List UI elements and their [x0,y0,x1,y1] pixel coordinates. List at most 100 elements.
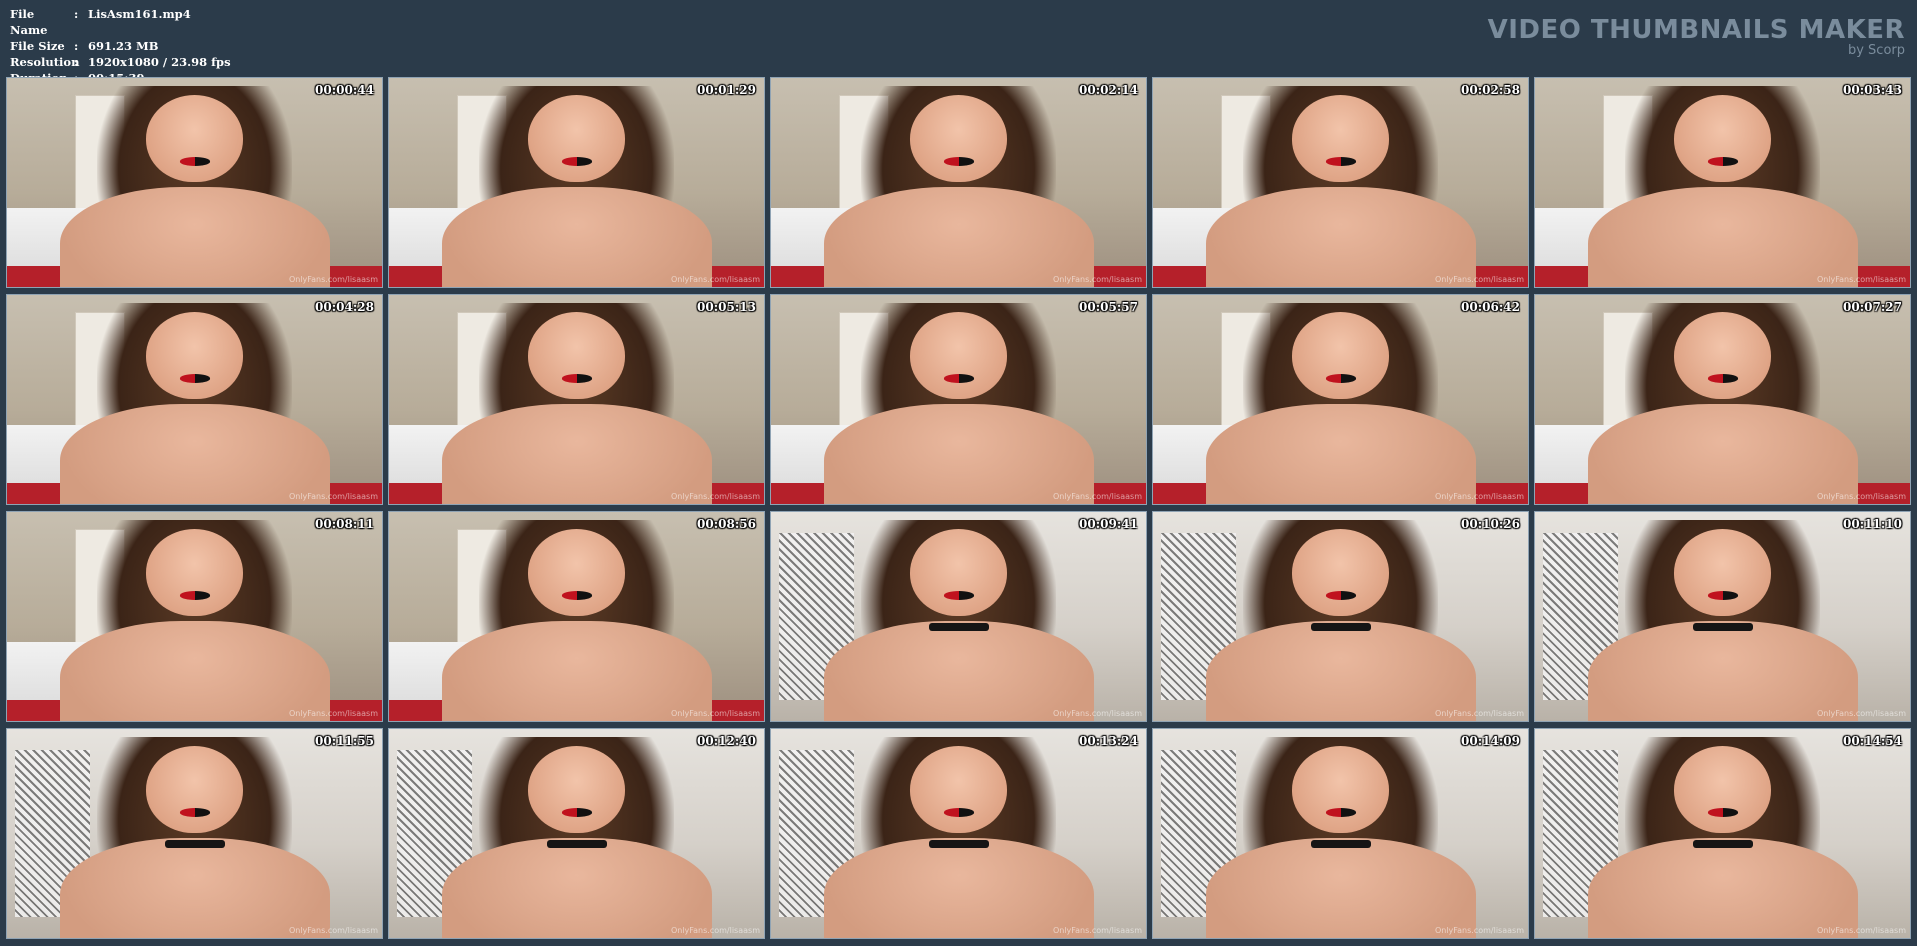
subject-shoulders [1205,403,1476,504]
thumbnail-watermark: OnlyFans.com/lisaasm [670,926,760,935]
thumbnail-frame[interactable]: 00:12:40 OnlyFans.com/lisaasm [388,728,765,939]
subject-collar [164,839,225,849]
thumbnail-watermark: OnlyFans.com/lisaasm [1434,709,1524,718]
thumbnail-watermark: OnlyFans.com/lisaasm [1816,926,1906,935]
thumbnail-frame[interactable]: 00:01:29 OnlyFans.com/lisaasm [388,77,765,288]
thumbnail-frame[interactable]: 00:02:14 OnlyFans.com/lisaasm [770,77,1147,288]
thumbnail-timestamp: 00:02:58 [1461,83,1520,97]
subject-face [909,528,1008,617]
subject-shoulders [823,186,1094,287]
subject-shoulders [59,837,330,938]
subject-shoulders [1205,837,1476,938]
subject-face [145,528,244,617]
info-key: File Size [10,39,65,53]
brand-title: VIDEO THUMBNAILS MAKER [1487,15,1905,45]
thumbnail-watermark: OnlyFans.com/lisaasm [1434,275,1524,284]
subject-collar [1692,839,1753,849]
subject-face [909,745,1008,834]
subject-shoulders [59,620,330,721]
subject-lips [1325,157,1356,166]
thumbnail-watermark: OnlyFans.com/lisaasm [670,492,760,501]
subject-shoulders [441,403,712,504]
thumbnail-watermark: OnlyFans.com/lisaasm [1434,926,1524,935]
thumbnail-frame[interactable]: 00:07:27 OnlyFans.com/lisaasm [1534,294,1911,505]
thumbnail-watermark: OnlyFans.com/lisaasm [1816,275,1906,284]
thumbnail-frame[interactable]: 00:05:13 OnlyFans.com/lisaasm [388,294,765,505]
thumbnail-watermark: OnlyFans.com/lisaasm [1816,709,1906,718]
thumbnail-frame[interactable]: 00:08:11 OnlyFans.com/lisaasm [6,511,383,722]
subject-lips [1325,591,1356,600]
subject-lips [179,808,210,817]
subject-shoulders [441,186,712,287]
thumbnail-watermark: OnlyFans.com/lisaasm [1052,709,1142,718]
thumbnail-watermark: OnlyFans.com/lisaasm [670,709,760,718]
thumbnail-frame[interactable]: 00:08:56 OnlyFans.com/lisaasm [388,511,765,722]
subject-face [909,311,1008,400]
subject-lips [561,374,592,383]
thumbnail-frame[interactable]: 00:11:10 OnlyFans.com/lisaasm [1534,511,1911,722]
thumbnail-watermark: OnlyFans.com/lisaasm [288,275,378,284]
thumbnail-timestamp: 00:05:13 [697,300,756,314]
info-row-file-size: File Size : 691.23 MB [10,38,231,54]
subject-lips [943,374,974,383]
subject-lips [179,374,210,383]
brand-logo: VIDEO THUMBNAILS MAKER by Scorp [1488,16,1905,58]
thumbnail-frame[interactable]: 00:06:42 OnlyFans.com/lisaasm [1152,294,1529,505]
subject-shoulders [823,620,1094,721]
subject-face [145,94,244,183]
subject-shoulders [59,403,330,504]
thumbnail-watermark: OnlyFans.com/lisaasm [1052,492,1142,501]
thumbnail-frame[interactable]: 00:05:57 OnlyFans.com/lisaasm [770,294,1147,505]
subject-lips [561,591,592,600]
subject-shoulders [1587,837,1858,938]
subject-collar [546,839,607,849]
thumbnail-frame[interactable]: 00:02:58 OnlyFans.com/lisaasm [1152,77,1529,288]
subject-face [1291,528,1390,617]
thumbnail-timestamp: 00:02:14 [1079,83,1138,97]
subject-face [1291,745,1390,834]
info-separator: : [74,7,79,21]
thumbnail-timestamp: 00:08:56 [697,517,756,531]
subject-face [145,311,244,400]
thumbnail-frame[interactable]: 00:09:41 OnlyFans.com/lisaasm [770,511,1147,722]
subject-face [1673,94,1772,183]
thumbnail-timestamp: 00:05:57 [1079,300,1138,314]
thumbnail-frame[interactable]: 00:14:09 OnlyFans.com/lisaasm [1152,728,1529,939]
info-value: 1920x1080 / 23.98 fps [88,55,231,69]
subject-face [145,745,244,834]
subject-face [1673,745,1772,834]
thumbnail-frame[interactable]: 00:03:43 OnlyFans.com/lisaasm [1534,77,1911,288]
thumbnail-frame[interactable]: 00:13:24 OnlyFans.com/lisaasm [770,728,1147,939]
subject-lips [1707,157,1738,166]
subject-face [909,94,1008,183]
subject-collar [1692,622,1753,632]
thumbnail-timestamp: 00:12:40 [697,734,756,748]
subject-lips [943,591,974,600]
subject-collar [1310,839,1371,849]
subject-shoulders [1205,186,1476,287]
thumbnail-timestamp: 00:01:29 [697,83,756,97]
info-key: File Name [10,7,48,37]
subject-lips [1707,374,1738,383]
subject-face [527,528,626,617]
thumbnail-timestamp: 00:11:55 [315,734,374,748]
thumbnail-frame[interactable]: 00:14:54 OnlyFans.com/lisaasm [1534,728,1911,939]
subject-lips [943,808,974,817]
subject-collar [928,839,989,849]
thumbnail-frame[interactable]: 00:00:44 OnlyFans.com/lisaasm [6,77,383,288]
thumbnail-frame[interactable]: 00:10:26 OnlyFans.com/lisaasm [1152,511,1529,722]
subject-lips [1325,374,1356,383]
thumbnail-frame[interactable]: 00:04:28 OnlyFans.com/lisaasm [6,294,383,505]
info-row-file-name: File Name : LisAsm161.mp4 [10,6,231,38]
subject-lips [943,157,974,166]
thumbnail-watermark: OnlyFans.com/lisaasm [1816,492,1906,501]
subject-lips [1707,808,1738,817]
subject-collar [1310,622,1371,632]
subject-lips [1707,591,1738,600]
thumbnail-frame[interactable]: 00:11:55 OnlyFans.com/lisaasm [6,728,383,939]
thumbnail-timestamp: 00:14:09 [1461,734,1520,748]
subject-lips [561,157,592,166]
subject-collar [928,622,989,632]
subject-shoulders [1587,186,1858,287]
info-row-resolution: Resolution : 1920x1080 / 23.98 fps [10,54,231,70]
